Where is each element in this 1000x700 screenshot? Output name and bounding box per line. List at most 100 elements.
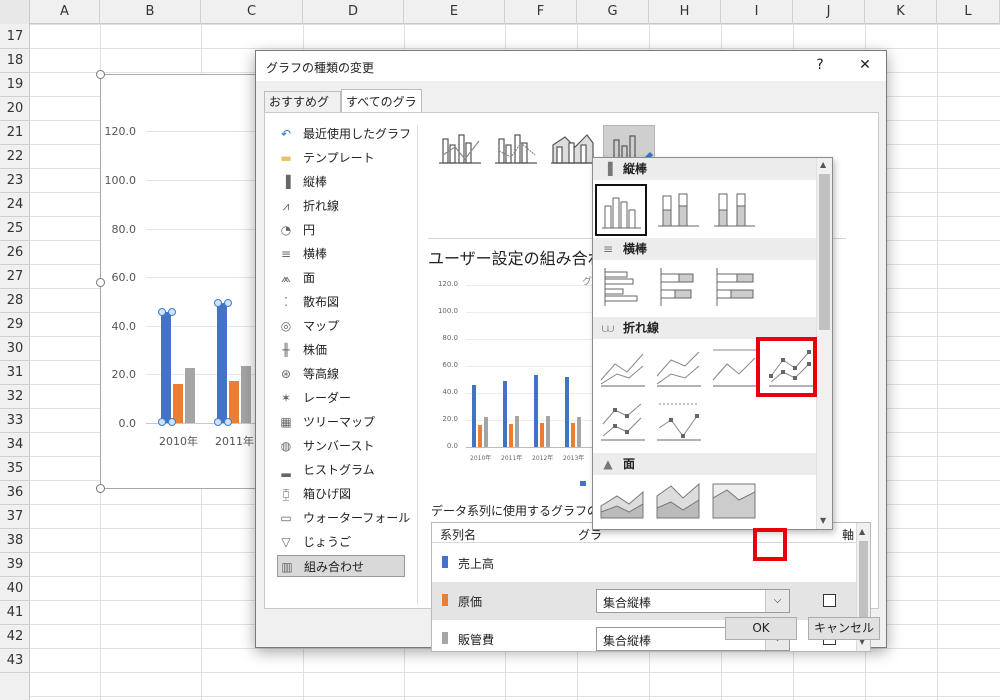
chart-category-item[interactable]: ↶ 最近使用したグラフ bbox=[277, 123, 411, 145]
column-header[interactable]: B bbox=[100, 0, 201, 24]
row-header[interactable]: 24 bbox=[0, 193, 30, 217]
chart-category-item[interactable]: ▥ 組み合わせ bbox=[277, 555, 405, 577]
bar-sales-2011[interactable] bbox=[217, 303, 227, 423]
row-header[interactable]: 17 bbox=[0, 25, 30, 49]
chart-type-select[interactable]: 集合縦棒 ⌵ bbox=[596, 589, 790, 613]
bar-cost-2010[interactable] bbox=[173, 384, 183, 423]
help-button[interactable]: ? bbox=[808, 57, 832, 73]
dialog-titlebar[interactable]: グラフの種類の変更 ? ✕ bbox=[256, 51, 886, 81]
gallery-item-stacked-column[interactable] bbox=[653, 186, 705, 238]
chart-category-item[interactable]: ⩕ 面 bbox=[277, 267, 405, 289]
column-header[interactable]: H bbox=[649, 0, 721, 24]
gallery-item-clustered-column[interactable] bbox=[595, 184, 647, 236]
row-header[interactable]: 35 bbox=[0, 457, 30, 481]
row-header[interactable]: 41 bbox=[0, 601, 30, 625]
chevron-down-icon[interactable]: ⌵ bbox=[765, 590, 789, 612]
column-header[interactable]: F bbox=[505, 0, 577, 24]
chart-category-item[interactable]: ◎ マップ bbox=[277, 315, 405, 337]
gallery-item-line[interactable] bbox=[597, 344, 649, 396]
chart-category-item[interactable]: ▽ じょうご bbox=[277, 531, 405, 553]
bar-sga-2010[interactable] bbox=[185, 368, 195, 423]
series-selection-handle[interactable] bbox=[224, 299, 232, 307]
row-header[interactable]: 32 bbox=[0, 385, 30, 409]
gallery-item-stacked-bar[interactable] bbox=[653, 264, 705, 316]
row-header[interactable]: 25 bbox=[0, 217, 30, 241]
combo-type-column-line-secondary[interactable] bbox=[491, 125, 543, 169]
scroll-up-icon[interactable]: ▲ bbox=[859, 527, 865, 536]
combo-type-clustered-column-line[interactable] bbox=[435, 125, 487, 169]
tab-all-charts[interactable]: すべてのグラフ bbox=[341, 89, 422, 133]
row-header[interactable]: 31 bbox=[0, 361, 30, 385]
series-selection-handle[interactable] bbox=[214, 418, 222, 426]
row-header[interactable]: 22 bbox=[0, 145, 30, 169]
chart-category-item[interactable]: ⩘ 折れ線 bbox=[277, 195, 405, 217]
series-selection-handle[interactable] bbox=[158, 308, 166, 316]
bar-cost-2011[interactable] bbox=[229, 381, 239, 423]
chart-category-item[interactable]: ◍ サンバースト bbox=[277, 435, 405, 457]
chart-category-item[interactable]: ✶ レーダー bbox=[277, 387, 405, 409]
series-selection-handle[interactable] bbox=[158, 418, 166, 426]
gallery-item-clustered-bar[interactable] bbox=[597, 264, 649, 316]
table-row[interactable]: 原価 集合縦棒 ⌵ bbox=[432, 582, 857, 620]
gallery-item-100-stacked-bar[interactable] bbox=[709, 264, 761, 316]
series-selection-handle[interactable] bbox=[224, 418, 232, 426]
row-header[interactable]: 23 bbox=[0, 169, 30, 193]
column-header[interactable]: G bbox=[577, 0, 649, 24]
gallery-item-100-stacked-column[interactable] bbox=[709, 186, 761, 238]
row-header[interactable]: 28 bbox=[0, 289, 30, 313]
gallery-scrollbar[interactable]: ▲ ▼ bbox=[816, 158, 832, 529]
row-header[interactable]: 39 bbox=[0, 553, 30, 577]
column-header[interactable]: K bbox=[865, 0, 937, 24]
bar-sga-2011[interactable] bbox=[241, 366, 251, 423]
cancel-button[interactable]: キャンセル bbox=[808, 617, 880, 640]
tab-recommended[interactable]: おすすめグラフ bbox=[264, 91, 341, 129]
chart-category-item[interactable]: ▂ ヒストグラム bbox=[277, 459, 405, 481]
chart-category-item[interactable]: ▦ ツリーマップ bbox=[277, 411, 405, 433]
gallery-item-stacked-line[interactable] bbox=[653, 344, 705, 396]
gallery-item-100-stacked-area[interactable] bbox=[709, 478, 761, 529]
row-header[interactable]: 34 bbox=[0, 433, 30, 457]
series-selection-handle[interactable] bbox=[168, 418, 176, 426]
row-header[interactable]: 19 bbox=[0, 73, 30, 97]
series-selection-handle[interactable] bbox=[214, 299, 222, 307]
series-selection-handle[interactable] bbox=[168, 308, 176, 316]
column-header[interactable]: A bbox=[30, 0, 100, 24]
row-header[interactable]: 18 bbox=[0, 49, 30, 73]
row-header[interactable]: 26 bbox=[0, 241, 30, 265]
column-header[interactable]: L bbox=[937, 0, 1000, 24]
column-header[interactable]: I bbox=[721, 0, 793, 24]
close-button[interactable]: ✕ bbox=[853, 57, 877, 73]
chart-category-item[interactable]: ╫ 株価 bbox=[277, 339, 405, 361]
column-header[interactable]: D bbox=[303, 0, 404, 24]
bar-sales-2010[interactable] bbox=[161, 312, 171, 423]
ok-button[interactable]: OK bbox=[725, 617, 797, 640]
row-header[interactable]: 33 bbox=[0, 409, 30, 433]
gallery-item-area[interactable] bbox=[597, 478, 649, 529]
chart-resize-handle[interactable] bbox=[96, 484, 105, 493]
scroll-down-icon[interactable]: ▼ bbox=[820, 516, 826, 525]
row-header[interactable]: 21 bbox=[0, 121, 30, 145]
scroll-thumb[interactable] bbox=[819, 174, 830, 330]
row-header[interactable]: 38 bbox=[0, 529, 30, 553]
chart-category-item[interactable]: ▬ テンプレート bbox=[277, 147, 405, 169]
gallery-item-stacked-line-markers[interactable] bbox=[597, 398, 649, 450]
row-header[interactable]: 36 bbox=[0, 481, 30, 505]
gallery-item-100-stacked-line-markers[interactable] bbox=[653, 398, 705, 450]
scroll-up-icon[interactable]: ▲ bbox=[820, 160, 826, 169]
chart-category-item[interactable]: ≡ 横棒 bbox=[277, 243, 405, 265]
row-header[interactable]: 40 bbox=[0, 577, 30, 601]
row-header[interactable]: 30 bbox=[0, 337, 30, 361]
chart-category-item[interactable]: ◔ 円 bbox=[277, 219, 405, 241]
chart-category-item[interactable]: ⊛ 等高線 bbox=[277, 363, 405, 385]
secondary-axis-checkbox[interactable] bbox=[823, 594, 836, 607]
column-header[interactable]: C bbox=[201, 0, 303, 24]
row-header[interactable]: 27 bbox=[0, 265, 30, 289]
gallery-item-100-stacked-line[interactable] bbox=[709, 344, 761, 396]
chart-resize-handle[interactable] bbox=[96, 70, 105, 79]
table-row[interactable]: 売上高 bbox=[432, 544, 857, 582]
chart-category-item[interactable]: ▭ ウォーターフォール bbox=[277, 507, 410, 529]
row-header[interactable]: 37 bbox=[0, 505, 30, 529]
gallery-item-stacked-area[interactable] bbox=[653, 478, 705, 529]
column-header[interactable]: J bbox=[793, 0, 865, 24]
row-header[interactable]: 43 bbox=[0, 649, 30, 673]
